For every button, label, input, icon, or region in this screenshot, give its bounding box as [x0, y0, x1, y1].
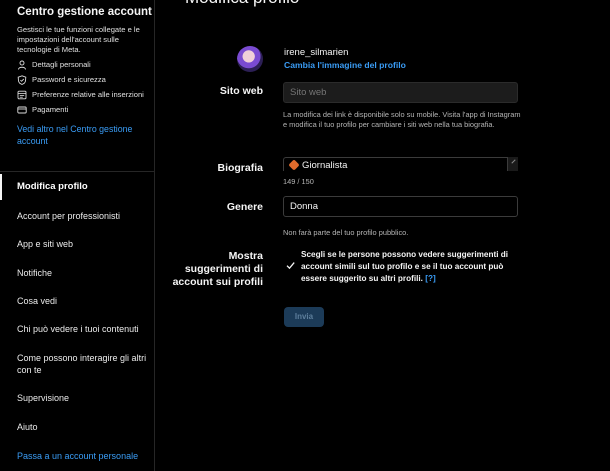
- suggestions-label: Mostra suggerimenti di account sui profi…: [172, 250, 263, 288]
- nav-item-apps-websites[interactable]: App e siti web: [17, 238, 149, 250]
- account-center-item-payments[interactable]: Pagamenti: [17, 105, 147, 115]
- gender-help-text: Non farà parte del tuo profilo pubblico.: [283, 228, 409, 237]
- edit-profile-main: Modifica profilo irene_silmarien Cambia …: [155, 0, 610, 471]
- bio-text: Giornalista: [302, 160, 348, 171]
- pencil-emoji-icon: [288, 159, 300, 171]
- website-help-text: La modifica dei link è disponibile solo …: [283, 110, 521, 129]
- website-input[interactable]: [283, 82, 518, 103]
- nav-item-notifications[interactable]: Notifiche: [17, 267, 149, 279]
- bio-label: Biografia: [217, 162, 263, 174]
- account-center-item-label: Pagamenti: [32, 105, 69, 114]
- account-center-title: Centro gestione account: [17, 6, 152, 18]
- nav-item-edit-profile[interactable]: Modifica profilo: [17, 181, 149, 193]
- shield-icon: [17, 75, 27, 85]
- gender-field[interactable]: Donna: [283, 196, 518, 217]
- account-center-more-link[interactable]: Vedi altro nel Centro gestione account: [17, 123, 147, 147]
- account-center-item-label: Dettagli personali: [32, 60, 91, 69]
- nav-item-what-you-see[interactable]: Cosa vedi: [17, 295, 149, 307]
- ad-preferences-icon: [17, 90, 27, 100]
- settings-sidebar: Centro gestione account Gestisci le tue …: [0, 0, 155, 471]
- account-center-item-label: Preferenze relative alle inserzioni: [32, 90, 144, 99]
- change-profile-photo-link[interactable]: Cambia l'immagine del profilo: [284, 60, 406, 70]
- active-tab-indicator: [0, 174, 2, 200]
- nav-item-interactions[interactable]: Come possono interagire gli altri con te: [17, 352, 149, 376]
- bio-character-counter: 149 / 150: [283, 177, 314, 186]
- website-label: Sito web: [219, 85, 263, 97]
- profile-username: irene_silmarien: [284, 47, 349, 58]
- bio-textarea[interactable]: Giornalista: [283, 157, 518, 171]
- nav-item-supervision[interactable]: Supervisione: [17, 392, 149, 404]
- avatar[interactable]: [237, 46, 263, 72]
- account-center-description: Gestisci le tue funzioni collegate e le …: [17, 25, 140, 54]
- account-center-item-ad-preferences[interactable]: Preferenze relative alle inserzioni: [17, 90, 147, 100]
- account-center-item-label: Password e sicurezza: [32, 75, 106, 84]
- suggestions-help-link[interactable]: [?]: [425, 274, 435, 283]
- suggestions-text: Scegli se le persone possono vedere sugg…: [301, 250, 509, 283]
- bio-resize-handle[interactable]: [507, 157, 518, 171]
- gender-label: Genere: [226, 201, 263, 213]
- account-center-item-personal-details[interactable]: Dettagli personali: [17, 60, 147, 70]
- payments-icon: [17, 106, 27, 114]
- account-center-panel: Centro gestione account Gestisci le tue …: [0, 0, 154, 172]
- personal-details-icon: [18, 60, 26, 70]
- page-title: Modifica profilo: [185, 0, 299, 8]
- nav-item-switch-personal-account[interactable]: Passa a un account personale: [17, 450, 149, 462]
- nav-item-help[interactable]: Aiuto: [17, 421, 149, 433]
- suggestions-description: Scegli se le persone possono vedere sugg…: [301, 249, 523, 285]
- suggestions-checkbox[interactable]: [286, 261, 295, 270]
- nav-item-professional-account[interactable]: Account per professionisti: [17, 210, 149, 222]
- nav-item-who-can-see-content[interactable]: Chi può vedere i tuoi contenuti: [17, 323, 149, 335]
- account-center-item-password-security[interactable]: Password e sicurezza: [17, 75, 147, 85]
- submit-button[interactable]: Invia: [284, 307, 324, 327]
